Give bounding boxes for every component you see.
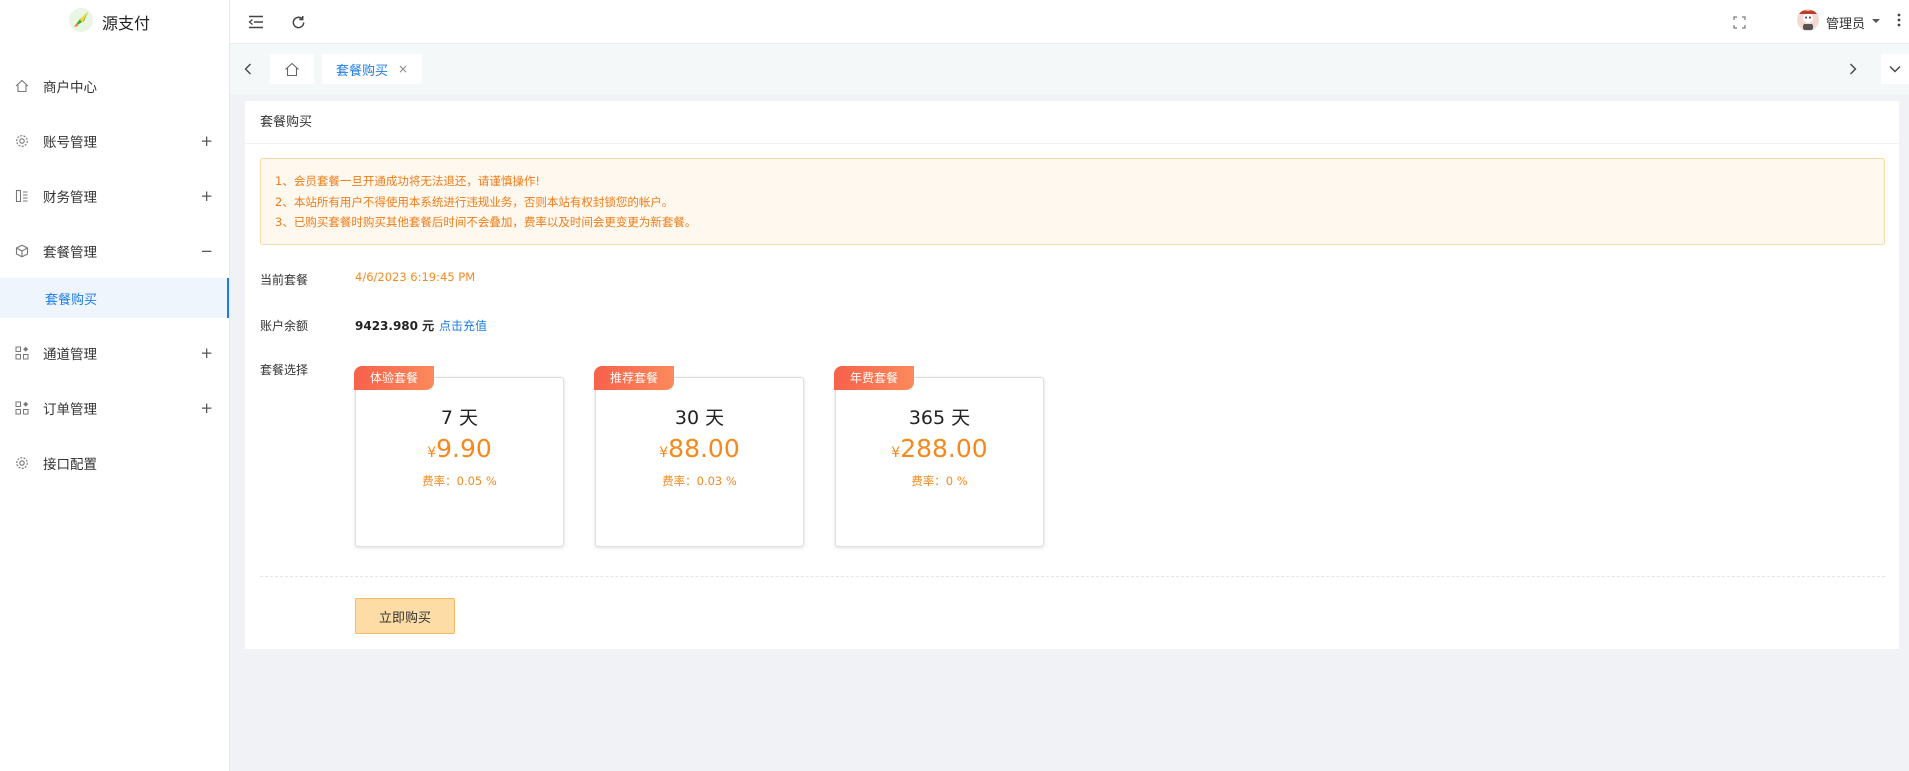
gear-icon: [14, 133, 30, 149]
sidebar-item-label: 通道管理: [43, 346, 97, 363]
sidebar-subitem-package-buy[interactable]: 套餐购买: [0, 278, 229, 318]
package-rate: 费率：0.05 %: [422, 474, 497, 488]
tab-scroll-left-icon[interactable]: [236, 56, 260, 82]
app-name: 源支付: [102, 14, 151, 33]
notice-line: 1、会员套餐一旦开通成功将无法退还，请谨慎操作!: [275, 174, 540, 188]
tab-package-buy[interactable]: 套餐购买 ×: [322, 54, 423, 84]
expand-icon: +: [200, 343, 213, 362]
package-days: 365 天: [908, 407, 971, 429]
divider: [260, 576, 1885, 577]
ledger-icon: [14, 188, 30, 204]
sidebar-item-orders[interactable]: 订单管理 +: [0, 380, 229, 435]
current-package-value: 4/6/2023 6:19:45 PM: [355, 270, 476, 284]
sidebar-item-label: 接口配置: [43, 456, 97, 473]
sidebar-item-label: 账号管理: [43, 134, 97, 151]
sidebar-item-finance[interactable]: 财务管理 +: [0, 168, 229, 223]
package-badge: 推荐套餐: [594, 366, 675, 390]
tab-label: 套餐购买: [336, 63, 389, 79]
recharge-link[interactable]: 点击充值: [439, 317, 487, 334]
collapse-icon: −: [200, 241, 213, 260]
home-icon: [14, 78, 30, 94]
gear-icon: [14, 455, 30, 471]
package-price: ¥9.90: [356, 434, 563, 463]
cube-icon: [14, 243, 30, 259]
package-badge: 体验套餐: [354, 366, 435, 390]
package-choice-label: 套餐选择: [260, 363, 309, 377]
tab-scroll-right-icon[interactable]: [1841, 56, 1865, 82]
tab-bar: 套餐购买 ×: [230, 44, 1909, 94]
notice-line: 3、已购买套餐时购买其他套餐后时间不会叠加，费率以及时间会更变更为新套餐。: [275, 215, 697, 229]
sidebar-item-label: 套餐管理: [43, 244, 97, 261]
expand-icon: +: [200, 186, 213, 205]
sidebar-item-package[interactable]: 套餐管理 −: [0, 223, 229, 278]
package-price: ¥288.00: [836, 434, 1043, 463]
notice-box: 1、会员套餐一旦开通成功将无法退还，请谨慎操作! 2、本站所有用户不得使用本系统…: [260, 158, 1885, 245]
balance-label: 账户余额: [260, 319, 309, 333]
package-option-trial[interactable]: 体验套餐 7 天 ¥9.90 费率：0.05 %: [354, 366, 564, 547]
package-rate: 费率：0 %: [911, 474, 968, 488]
package-days: 30 天: [674, 407, 725, 429]
sidebar-item-api-config[interactable]: 接口配置: [0, 435, 229, 490]
more-vertical-icon[interactable]: [1897, 13, 1901, 31]
sidebar-item-label: 财务管理: [43, 189, 97, 206]
package-price: ¥88.00: [596, 434, 803, 463]
package-buy-card: 套餐购买 1、会员套餐一旦开通成功将无法退还，请谨慎操作! 2、本站所有用户不得…: [245, 101, 1899, 649]
buy-now-button[interactable]: 立即购买: [355, 598, 455, 634]
card-title: 套餐购买: [245, 101, 1899, 144]
app-root: 源支付 商户中心 账号管理 + 财务管理 + 套餐管理 − 套餐购买 通道管理 …: [0, 0, 1909, 771]
sidebar: 源支付 商户中心 账号管理 + 财务管理 + 套餐管理 − 套餐购买 通道管理 …: [0, 0, 230, 771]
currency-symbol: ¥: [891, 445, 901, 461]
tab-dropdown-icon[interactable]: [1881, 54, 1909, 84]
price-amount: 9.90: [436, 434, 492, 463]
price-amount: 88.00: [668, 434, 740, 463]
sidebar-subitem-label: 套餐购买: [45, 292, 98, 308]
refresh-icon[interactable]: [288, 12, 308, 32]
sidebar-item-label: 商户中心: [43, 79, 97, 96]
balance-value: 9423.980 元: [355, 319, 435, 333]
tab-home[interactable]: [270, 54, 314, 84]
price-amount: 288.00: [900, 434, 988, 463]
avatar: [1796, 8, 1820, 36]
expand-icon: +: [200, 398, 213, 417]
currency-symbol: ¥: [659, 445, 669, 461]
user-name: 管理员: [1825, 16, 1865, 32]
user-menu[interactable]: 管理员: [1796, 0, 1909, 44]
top-header: 管理员: [230, 0, 1909, 44]
package-badge: 年费套餐: [834, 366, 915, 390]
current-package-label: 当前套餐: [260, 273, 309, 287]
logo[interactable]: 源支付: [0, 0, 229, 44]
package-option-annual[interactable]: 年费套餐 365 天 ¥288.00 费率：0 %: [834, 366, 1044, 547]
fullscreen-icon[interactable]: [1729, 12, 1749, 32]
sidebar-item-merchant-center[interactable]: 商户中心: [0, 58, 229, 113]
caret-down-icon: [1871, 15, 1881, 30]
grid-icon: [14, 345, 30, 361]
package-days: 7 天: [440, 407, 479, 429]
sidebar-item-account[interactable]: 账号管理 +: [0, 113, 229, 168]
home-icon: [285, 62, 299, 76]
sidebar-item-channel[interactable]: 通道管理 +: [0, 325, 229, 380]
package-option-recommended[interactable]: 推荐套餐 30 天 ¥88.00 费率：0.03 %: [594, 366, 804, 547]
package-rate: 费率：0.03 %: [662, 474, 737, 488]
tab-close-icon[interactable]: ×: [398, 62, 408, 76]
rocket-logo-icon: [68, 7, 94, 37]
sidebar-menu: 商户中心 账号管理 + 财务管理 + 套餐管理 − 套餐购买 通道管理 + 订单…: [0, 58, 229, 490]
sidebar-item-label: 订单管理: [43, 401, 97, 418]
grid-icon: [14, 400, 30, 416]
menu-fold-icon[interactable]: [246, 12, 266, 32]
notice-line: 2、本站所有用户不得使用本系统进行违规业务，否则本站有权封锁您的帐户。: [275, 194, 674, 209]
currency-symbol: ¥: [427, 445, 437, 461]
expand-icon: +: [200, 131, 213, 150]
